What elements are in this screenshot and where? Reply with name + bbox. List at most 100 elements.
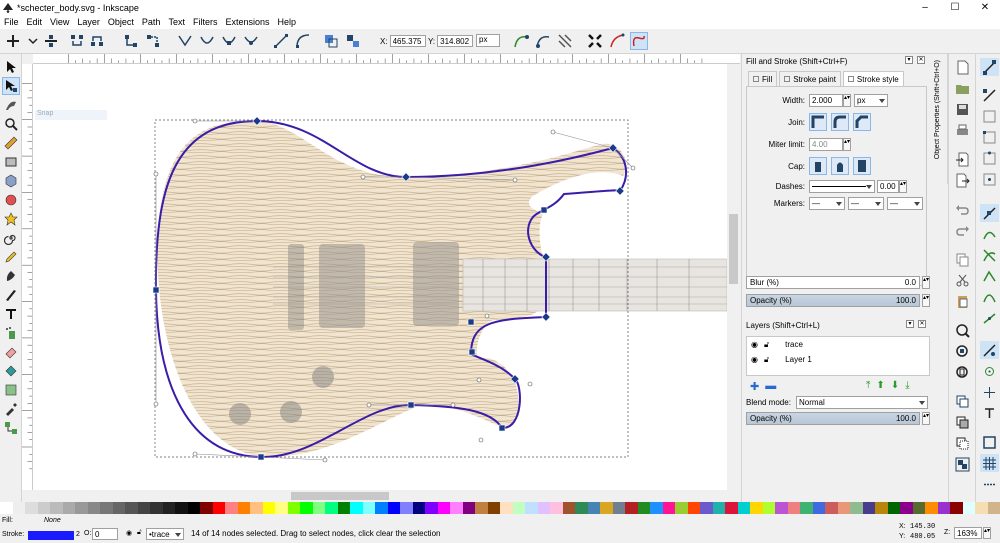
width-input[interactable]: 2.000 — [809, 94, 843, 107]
measure-tool-icon[interactable] — [2, 134, 20, 152]
palette-swatch[interactable] — [925, 502, 938, 514]
current-layer-select[interactable]: •trace — [146, 528, 184, 540]
zoom-page-icon[interactable] — [953, 363, 972, 381]
star-tool-icon[interactable] — [2, 210, 20, 228]
snap-others-icon[interactable] — [980, 341, 999, 359]
palette-swatch[interactable] — [62, 502, 75, 514]
unit-select[interactable]: px — [476, 34, 500, 47]
opacity-slider[interactable]: Opacity (%) 100.0 — [746, 294, 920, 307]
zoom-selection-icon[interactable] — [953, 321, 972, 339]
snap-intersection-icon[interactable] — [980, 246, 999, 264]
palette-swatch[interactable] — [487, 502, 500, 514]
round-cap-icon[interactable] — [831, 157, 849, 175]
palette-swatch[interactable] — [962, 502, 975, 514]
palette-swatch[interactable] — [687, 502, 700, 514]
palette-swatch[interactable] — [775, 502, 788, 514]
lock-icon[interactable]: 🔓︎ — [764, 355, 769, 365]
connector-tool-icon[interactable] — [2, 419, 20, 437]
palette-swatch[interactable] — [375, 502, 388, 514]
panel-minimize-icon[interactable]: ▾ — [905, 56, 913, 64]
palette-swatch[interactable] — [575, 502, 588, 514]
palette-swatch[interactable] — [12, 502, 25, 514]
snap-bbox-midpoint-icon[interactable] — [980, 149, 999, 167]
blend-mode-select[interactable]: Normal — [796, 396, 928, 409]
palette-swatch[interactable] — [437, 502, 450, 514]
group-icon[interactable] — [953, 455, 972, 473]
palette-swatch[interactable] — [300, 502, 313, 514]
menu-file[interactable]: File — [0, 17, 23, 27]
pencil-tool-icon[interactable] — [2, 248, 20, 266]
palette-swatch[interactable] — [225, 502, 238, 514]
3d-box-tool-icon[interactable] — [2, 172, 20, 190]
palette-swatch[interactable] — [512, 502, 525, 514]
join-nodes-icon[interactable] — [68, 32, 86, 50]
snap-center-icon[interactable] — [980, 362, 999, 380]
palette-swatch[interactable] — [450, 502, 463, 514]
fill-stroke-indicator[interactable]: Fill: None Stroke: 2 — [0, 514, 80, 543]
show-bezier-handles-icon[interactable] — [534, 32, 552, 50]
cut-icon[interactable] — [953, 271, 972, 289]
segment-to-line-icon[interactable] — [272, 32, 290, 50]
width-spinner[interactable]: ▴▾ — [843, 94, 851, 107]
palette-swatch[interactable] — [762, 502, 775, 514]
live-path-effect-icon[interactable] — [630, 32, 648, 50]
transform-handles-icon[interactable] — [586, 32, 604, 50]
palette-swatch[interactable] — [750, 502, 763, 514]
eye-icon[interactable]: ◉ — [751, 340, 758, 349]
palette-swatch[interactable] — [175, 502, 188, 514]
zoom-spinner[interactable]: ▴▾ — [983, 527, 991, 539]
palette-swatch[interactable] — [650, 502, 663, 514]
end-marker-select[interactable]: — — [887, 197, 923, 210]
symmetric-node-icon[interactable] — [220, 32, 238, 50]
minimize-button[interactable]: – — [910, 0, 940, 15]
calligraphy-tool-icon[interactable] — [2, 286, 20, 304]
horizontal-ruler[interactable] — [33, 54, 740, 64]
palette-swatch[interactable] — [212, 502, 225, 514]
bevel-join-icon[interactable] — [853, 113, 871, 131]
palette-swatch[interactable] — [137, 502, 150, 514]
square-cap-icon[interactable] — [853, 157, 871, 175]
layer-row-trace[interactable]: ◉ 🔓︎ trace — [747, 337, 929, 352]
print-icon[interactable] — [953, 121, 972, 139]
palette-swatch[interactable] — [337, 502, 350, 514]
open-folder-icon[interactable] — [953, 79, 972, 97]
palette-swatch[interactable] — [112, 502, 125, 514]
lock-icon[interactable]: 🔓︎ — [764, 340, 769, 350]
menu-help[interactable]: Help — [273, 17, 300, 27]
palette-swatch[interactable] — [950, 502, 963, 514]
snap-nodes-icon[interactable] — [980, 204, 999, 222]
drawing-canvas[interactable]: Snap — [33, 64, 727, 490]
menu-edit[interactable]: Edit — [23, 17, 47, 27]
palette-swatch[interactable] — [150, 502, 163, 514]
raise-to-top-icon[interactable]: ⤒ — [866, 380, 870, 391]
toggle-lock-icon[interactable]: 🔓︎ — [137, 529, 142, 537]
y-coordinate-input[interactable] — [437, 35, 474, 47]
width-unit-select[interactable]: px — [854, 94, 888, 107]
snap-smooth-icon[interactable] — [980, 288, 999, 306]
object-properties-tab[interactable]: Object Properties (Shift+Ctrl+O) — [931, 54, 948, 184]
node-tool-icon[interactable] — [2, 77, 20, 95]
duplicate-icon[interactable] — [953, 392, 972, 410]
palette-swatch[interactable] — [287, 502, 300, 514]
palette-swatch[interactable] — [862, 502, 875, 514]
miter-limit-input[interactable]: 4.00 — [809, 138, 843, 151]
selector-tool-icon[interactable] — [2, 58, 20, 76]
segment-to-curve-icon[interactable] — [294, 32, 312, 50]
layer-opacity-slider[interactable]: Opacity (%) 100.0 — [746, 412, 920, 425]
import-icon[interactable] — [953, 150, 972, 168]
menu-text[interactable]: Text — [164, 17, 189, 27]
break-path-icon[interactable] — [88, 32, 106, 50]
opacity-status-input[interactable]: 0 — [92, 528, 118, 540]
layer-row-layer1[interactable]: ◉ 🔓︎ Layer 1 — [747, 352, 929, 367]
smooth-node-icon[interactable] — [198, 32, 216, 50]
copy-icon[interactable] — [953, 250, 972, 268]
vertical-scroll-thumb[interactable] — [729, 214, 738, 284]
palette-swatch[interactable] — [550, 502, 563, 514]
pen-tool-icon[interactable] — [2, 267, 20, 285]
snap-midpoint-icon[interactable] — [980, 309, 999, 327]
lower-to-bottom-icon[interactable]: ⤓ — [905, 380, 909, 391]
palette-swatch[interactable] — [237, 502, 250, 514]
blur-spinner[interactable]: ▴▾ — [922, 276, 930, 289]
palette-swatch[interactable] — [637, 502, 650, 514]
show-transform-handles-icon[interactable] — [512, 32, 530, 50]
